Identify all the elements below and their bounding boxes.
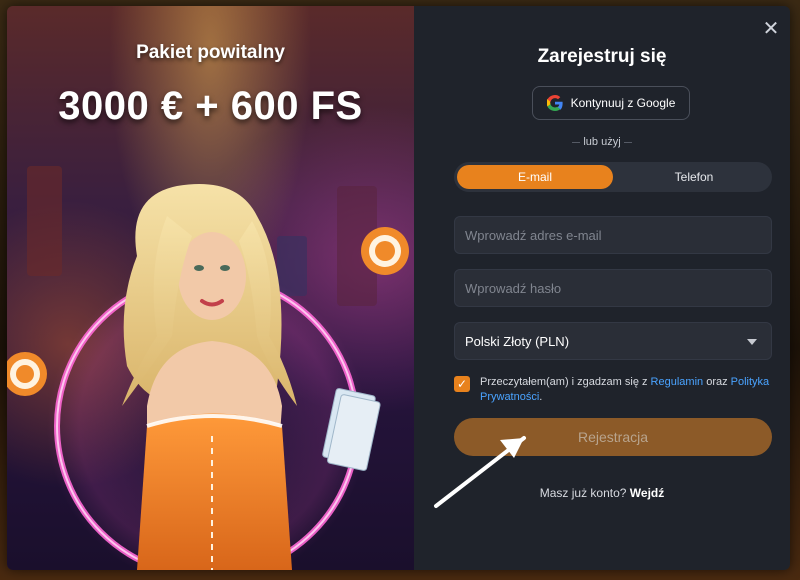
signup-method-tabs: E-mail Telefon xyxy=(454,162,772,192)
terms-suffix: . xyxy=(539,391,543,403)
login-prompt-text: Masz już konto? xyxy=(539,486,627,500)
currency-select[interactable]: Polski Złoty (PLN) xyxy=(454,322,772,360)
login-link[interactable]: Wejdź xyxy=(630,486,664,500)
terms-link[interactable]: Regulamin xyxy=(651,376,704,388)
password-field[interactable] xyxy=(454,269,772,307)
google-signin-button[interactable]: Kontynuuj z Google xyxy=(532,86,690,120)
email-field[interactable] xyxy=(454,216,772,254)
currency-value: Polski Złoty (PLN) xyxy=(465,333,570,349)
terms-checkbox[interactable]: ✓ xyxy=(454,376,470,392)
form-title: Zarejestruj się xyxy=(537,46,667,67)
google-icon xyxy=(546,95,563,111)
terms-text: Przeczytałem(am) i zgadzam się z Regulam… xyxy=(480,375,772,405)
terms-agreement: ✓ Przeczytałem(am) i zgadzam się z Regul… xyxy=(454,375,772,405)
casino-chip xyxy=(361,227,409,275)
promo-title: Pakiet powitalny xyxy=(136,42,285,63)
google-button-label: Kontynuuj z Google xyxy=(570,96,676,110)
login-prompt: Masz już konto? Wejdź xyxy=(414,486,790,500)
or-divider: lub użyj xyxy=(414,136,790,148)
terms-middle: oraz xyxy=(703,376,731,388)
registration-modal: Pakiet powitalny 3000 € + 600 FS ✕ Zarej… xyxy=(7,6,790,570)
registration-form-panel: ✕ Zarejestruj się Kontynuuj z Google lub… xyxy=(414,6,790,570)
promo-bonus-amount: 3000 € + 600 FS xyxy=(58,84,363,128)
tab-phone[interactable]: Telefon xyxy=(616,162,772,192)
chevron-down-icon xyxy=(747,339,757,345)
terms-prefix: Przeczytałem(am) i zgadzam się z xyxy=(480,376,651,388)
tab-email[interactable]: E-mail xyxy=(457,165,613,189)
register-button[interactable]: Rejestracja xyxy=(454,418,772,456)
promo-panel: Pakiet powitalny 3000 € + 600 FS xyxy=(7,6,414,570)
close-icon[interactable]: ✕ xyxy=(762,19,780,39)
